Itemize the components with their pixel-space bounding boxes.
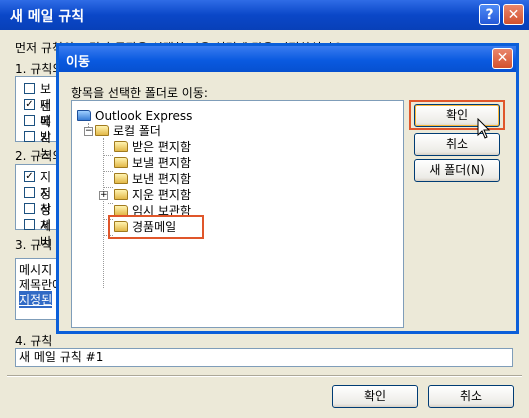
tree-item-label: 보낼 편지함 bbox=[132, 156, 192, 170]
tree-outbox[interactable]: 보낼 편지함 bbox=[114, 155, 191, 171]
tree-root[interactable]: Outlook Express bbox=[77, 108, 192, 124]
back-window-titlebar: 새 메일 규칙 ? ✕ bbox=[0, 0, 529, 30]
sent-icon bbox=[114, 173, 128, 184]
back-cancel-button[interactable]: 취소 bbox=[428, 385, 514, 408]
section4-label: 4. 규칙 bbox=[15, 334, 53, 348]
tree-deleted[interactable]: 지운 편지함 bbox=[114, 187, 191, 203]
divider bbox=[7, 375, 522, 377]
description-link[interactable]: 지정된 bbox=[19, 291, 53, 308]
help-button[interactable]: ? bbox=[479, 4, 500, 25]
folder-icon bbox=[95, 125, 109, 136]
dialog-titlebar: 이동 ✕ bbox=[59, 46, 516, 72]
condition-checkbox[interactable] bbox=[24, 115, 35, 126]
condition-checkbox[interactable] bbox=[24, 131, 35, 142]
action-checkbox[interactable]: ✓ bbox=[24, 171, 35, 182]
new-folder-button[interactable]: 새 폴더(N) bbox=[414, 159, 500, 182]
expand-deleted-toggle[interactable]: + bbox=[99, 191, 108, 200]
tree-local-label: 로컬 폴더 bbox=[113, 124, 161, 138]
tree-item-label: 받은 편지함 bbox=[132, 140, 192, 154]
trash-icon bbox=[114, 189, 128, 200]
highlight-box bbox=[108, 215, 204, 239]
condition-checkbox[interactable] bbox=[24, 83, 35, 94]
dialog-close-button[interactable]: ✕ bbox=[492, 48, 513, 69]
folder-tree[interactable]: Outlook Express − 로컬 폴더 받은 편지함 보낼 편지함 보낸… bbox=[71, 100, 404, 328]
inbox-icon bbox=[114, 141, 128, 152]
tree-item-label: 보낸 편지함 bbox=[132, 172, 192, 186]
move-dialog: 이동 ✕ 항목을 선택한 폴더로 이동: Outlook Express − 로… bbox=[56, 43, 519, 334]
dialog-prompt: 항목을 선택한 폴더로 이동: bbox=[71, 86, 208, 100]
condition-checkbox[interactable]: ✓ bbox=[24, 99, 35, 110]
back-close-button[interactable]: ✕ bbox=[503, 4, 524, 25]
collapse-local-toggle[interactable]: − bbox=[84, 127, 93, 136]
mouse-cursor-icon bbox=[477, 118, 491, 139]
tree-inbox[interactable]: 받은 편지함 bbox=[114, 139, 191, 155]
rule-name-input[interactable]: 새 메일 규칙 #1 bbox=[15, 348, 513, 367]
dialog-title: 이동 bbox=[66, 55, 90, 70]
outbox-icon bbox=[114, 157, 128, 168]
tree-local-folders[interactable]: 로컬 폴더 bbox=[95, 123, 161, 139]
conditions-list[interactable]: 보낸 ✓ 제목 메시 받는 bbox=[15, 76, 60, 161]
back-window-title: 새 메일 규칙 bbox=[10, 9, 85, 25]
section3-label: 3. 규칙 bbox=[15, 238, 53, 252]
actions-list[interactable]: ✓ 지정 지정 삭제 서버 bbox=[15, 164, 60, 249]
action-checkbox[interactable] bbox=[24, 203, 35, 214]
action-checkbox[interactable] bbox=[24, 219, 35, 230]
tree-item-label: 지운 편지함 bbox=[132, 188, 192, 202]
back-ok-button[interactable]: 확인 bbox=[332, 385, 418, 408]
rule-description-box[interactable]: 메시지 제목란에 지정된 bbox=[15, 258, 63, 320]
action-checkbox[interactable] bbox=[24, 187, 35, 198]
tree-root-label: Outlook Express bbox=[95, 109, 193, 123]
outlook-express-icon bbox=[77, 110, 91, 121]
tree-sent[interactable]: 보낸 편지함 bbox=[114, 171, 191, 187]
